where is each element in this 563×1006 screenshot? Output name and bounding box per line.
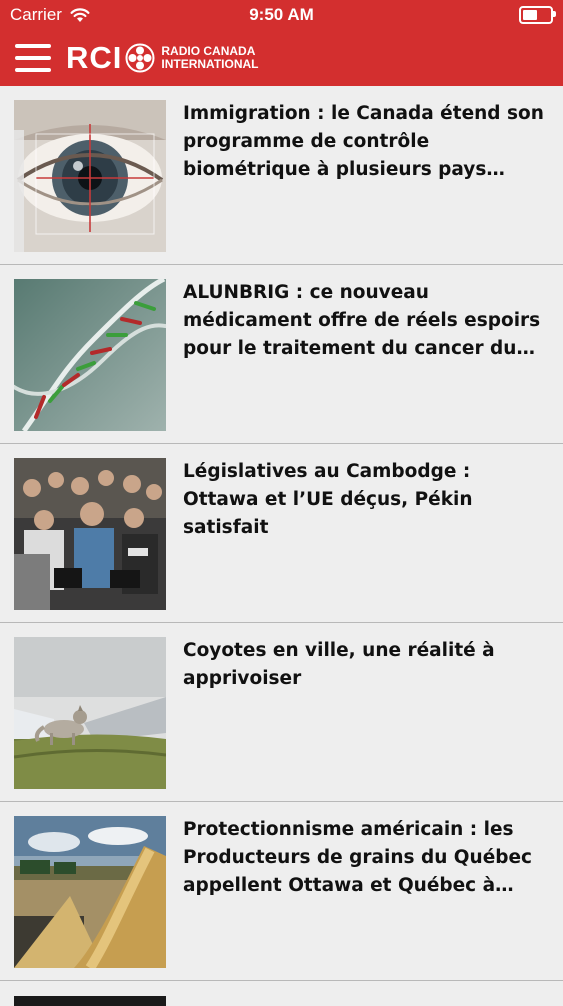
- article-feed[interactable]: Immigration : le Canada étend son progra…: [0, 86, 563, 981]
- article-item[interactable]: Protectionnisme américain : les Producte…: [0, 802, 563, 981]
- logo-text: RCI: [66, 40, 123, 75]
- radio-canada-gem-icon: [125, 43, 155, 73]
- next-article-thumbnail-partial: [14, 996, 166, 1006]
- article-thumbnail: [14, 100, 166, 252]
- eye-biometric-image: [14, 100, 166, 252]
- article-headline[interactable]: Protectionnisme américain : les Producte…: [183, 816, 549, 900]
- status-time: 9:50 AM: [249, 5, 314, 24]
- article-item[interactable]: ALUNBRIG : ce nouveau médicament offre d…: [0, 265, 563, 444]
- grain-harvest-image: [14, 816, 166, 968]
- menu-icon[interactable]: [15, 44, 51, 72]
- article-thumbnail: [14, 637, 166, 789]
- article-thumbnail: [14, 816, 166, 968]
- article-headline[interactable]: ALUNBRIG : ce nouveau médicament offre d…: [183, 279, 549, 363]
- article-item[interactable]: Coyotes en ville, une réalité à apprivoi…: [0, 623, 563, 802]
- rci-logo[interactable]: RCI RADIO CANADA INTERNATIONAL: [66, 40, 259, 76]
- battery-icon: [519, 6, 556, 24]
- article-item[interactable]: Immigration : le Canada étend son progra…: [0, 86, 563, 265]
- coyote-image: [14, 637, 166, 789]
- battery-indicator: [519, 6, 556, 24]
- status-bar: Carrier 9:50 AM: [0, 0, 563, 30]
- article-item[interactable]: Législatives au Cambodge : Ottawa et l’U…: [0, 444, 563, 623]
- logo-subtitle: RADIO CANADA INTERNATIONAL: [161, 44, 259, 71]
- app-header: RCI RADIO CANADA INTERNATIONAL: [0, 30, 563, 86]
- article-thumbnail: [14, 458, 166, 610]
- article-headline[interactable]: Coyotes en ville, une réalité à apprivoi…: [183, 637, 549, 693]
- article-thumbnail: [14, 279, 166, 431]
- press-crowd-image: [14, 458, 166, 610]
- dna-helix-image: [14, 279, 166, 431]
- article-headline[interactable]: Immigration : le Canada étend son progra…: [183, 100, 549, 184]
- article-headline[interactable]: Législatives au Cambodge : Ottawa et l’U…: [183, 458, 549, 542]
